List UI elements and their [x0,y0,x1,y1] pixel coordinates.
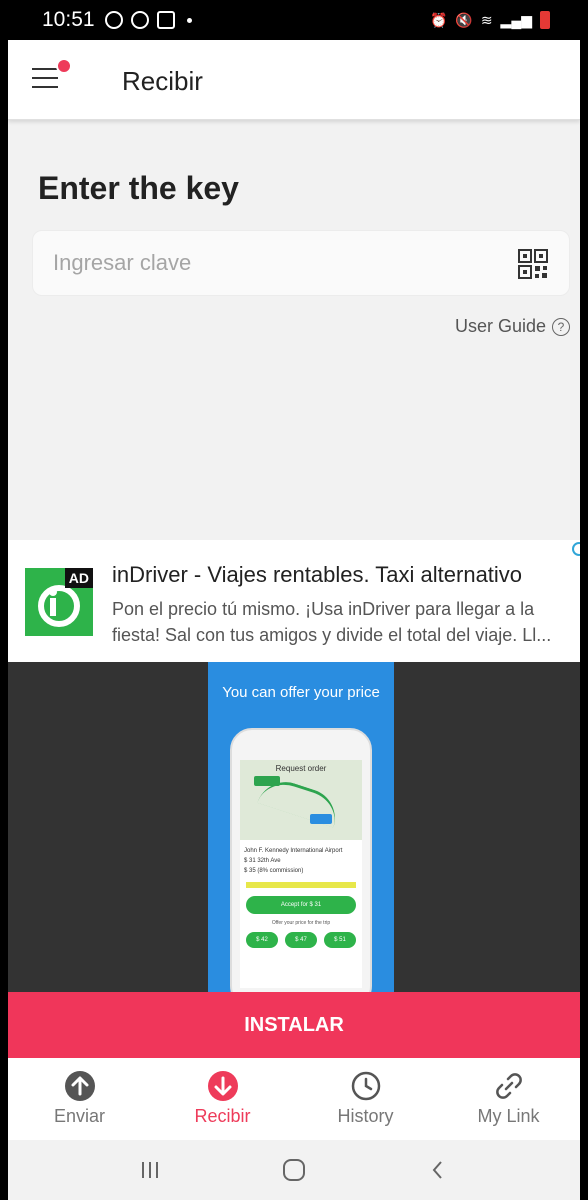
hamburger-menu-button[interactable] [32,58,72,92]
wifi-icon: ≋ [480,11,493,28]
hamburger-icon [32,68,58,70]
ad-badge: AD [64,568,93,588]
map-pin-start [254,776,280,786]
clock-icon [350,1070,382,1102]
battery-icon [540,11,550,29]
hamburger-icon-line [32,86,58,88]
ad-media[interactable]: You can offer your price Request order J… [8,662,580,992]
system-nav-bar [8,1140,580,1200]
phone-screen-title: Request order [275,764,327,773]
phone-info-line: John F. Kennedy International Airport [244,848,343,854]
phone-price-options: $ 42 $ 47 $ 51 [246,932,356,948]
whatsapp-icon [104,11,123,29]
hamburger-icon-line [32,77,58,79]
map-pin-end [310,814,332,824]
ad-media-image: You can offer your price Request order J… [208,662,394,992]
phone-price-option: $ 47 [285,932,317,948]
sync-icon [130,11,149,29]
ad-choices-icon[interactable] [572,542,580,556]
phone-highlight-bar [246,882,356,888]
status-bar: 10:51 ⏰ 🔇 ≋ ▂▄▆ [8,0,580,40]
user-guide-link[interactable]: User Guide ? [455,316,570,337]
phone-info-line: $ 31 32th Ave [244,858,281,864]
phone-accept-button: Accept for $ 31 [246,896,356,914]
nav-label: History [337,1106,394,1126]
nav-item-recibir[interactable]: Recibir [151,1058,294,1140]
phone-mockup-screen: Request order John F. Kennedy Internatio… [240,760,362,988]
app-bar: Recibir [8,40,580,120]
signal-icon: ▂▄▆ [500,11,532,28]
ad-media-caption: You can offer your price [222,684,380,701]
phone-ride-info: John F. Kennedy International Airport $ … [244,846,358,876]
nav-item-history[interactable]: History [294,1058,437,1140]
qr-code-icon[interactable] [517,248,549,280]
phone-mockup: Request order John F. Kennedy Internatio… [230,728,372,992]
key-input[interactable] [53,243,483,283]
message-icon [156,11,175,29]
nav-item-my-link[interactable]: My Link [437,1058,580,1140]
upload-arrow-icon [64,1070,96,1102]
ad-card[interactable]: AD inDriver - Viajes rentables. Taxi alt… [8,540,580,662]
notification-dot [56,58,72,74]
recent-apps-icon[interactable] [130,1150,170,1190]
ad-app-logo: AD [25,568,93,636]
page-title: Recibir [122,66,203,96]
ad-title: inDriver - Viajes rentables. Taxi altern… [112,562,523,587]
phone-offer-label: Offer your price for the trip [271,920,331,926]
phone-price-option: $ 42 [246,932,278,948]
key-input-container [32,230,570,296]
bottom-nav: Enviar Recibir History My Link [8,1058,580,1140]
link-icon [493,1070,525,1102]
enter-key-heading: Enter the key [38,170,239,206]
status-time: 10:51 [42,8,95,31]
alarm-icon: ⏰ [429,11,448,28]
home-icon[interactable] [274,1150,314,1190]
phone-screen: 10:51 ⏰ 🔇 ≋ ▂▄▆ Recibir Enter the key In… [8,0,580,1200]
map-illustration: Request order [240,760,362,840]
back-icon[interactable] [418,1150,458,1190]
download-arrow-icon [207,1070,239,1102]
nav-label: Enviar [53,1106,106,1126]
phone-info-line: $ 35 (8% commission) [244,868,304,874]
nav-label: Recibir [194,1106,251,1126]
ad-description: Pon el precio tú mismo. ¡Usa inDriver pa… [112,599,552,645]
dot-icon [186,17,192,23]
phone-price-option: $ 51 [324,932,356,948]
install-button[interactable]: INSTALAR [8,992,580,1058]
nav-label: My Link [477,1106,540,1126]
help-circle-icon: ? [552,317,570,336]
mute-icon: 🔇 [455,11,473,28]
nav-item-enviar[interactable]: Enviar [8,1058,151,1140]
user-guide-label: User Guide [454,316,546,336]
